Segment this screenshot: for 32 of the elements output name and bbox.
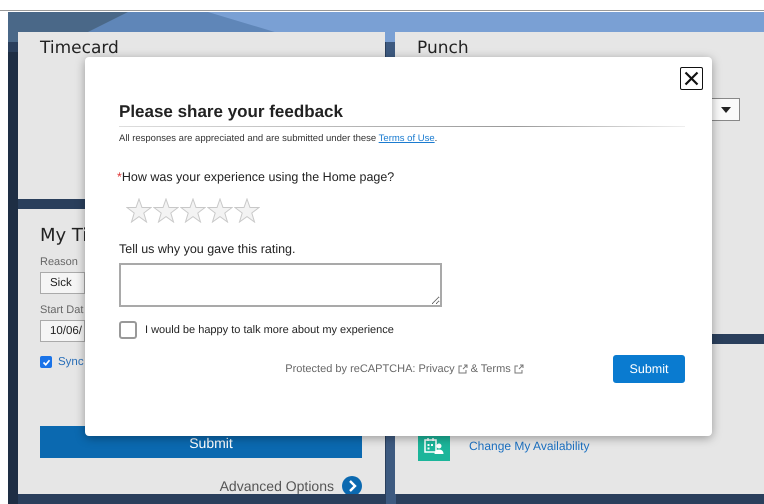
star-icon[interactable] [153,198,179,223]
advanced-options-link[interactable]: Advanced Options [220,478,334,494]
comment-field[interactable] [119,263,442,307]
rating-question: *How was your experience using the Home page? [117,170,396,184]
checkbox-label: Sync [58,356,84,368]
chevron-right-icon[interactable] [342,476,362,494]
card-title: Timecard [40,38,120,58]
recaptcha-notice: Protected by reCAPTCHA: Privacy [285,363,455,375]
star-icon[interactable] [207,198,233,223]
comment-label: Tell us why you gave this rating. [119,242,296,256]
terms-notice: All responses are appreciated and are submitted under these Terms of Use. [119,133,438,144]
checkbox-label: I would be happy to talk more about my experience [145,324,394,336]
submit-button[interactable]: Submit [613,355,685,383]
external-link-icon[interactable] [514,364,524,374]
dialog-title: Please share your feedback [119,101,344,122]
star-icon[interactable] [180,198,206,223]
star-icon[interactable] [126,198,152,223]
recaptcha-terms: & Terms [470,363,511,375]
change-availability-link[interactable]: Change My Availability [469,439,590,453]
field-label: Reason [40,256,79,268]
close-icon [684,71,699,86]
card-title: Punch [417,38,470,58]
checkbox[interactable] [119,321,137,339]
caret-icon [721,106,731,112]
terms-link[interactable]: Terms of Use [378,133,435,144]
reason-field[interactable]: Sick [40,272,85,294]
external-link-icon[interactable] [458,364,468,374]
star-icon[interactable] [234,198,260,223]
close-button[interactable] [680,67,703,90]
field-label: Start Dat [40,304,84,316]
date-field[interactable]: 10/06/ [40,320,85,342]
checkbox[interactable] [40,356,52,368]
